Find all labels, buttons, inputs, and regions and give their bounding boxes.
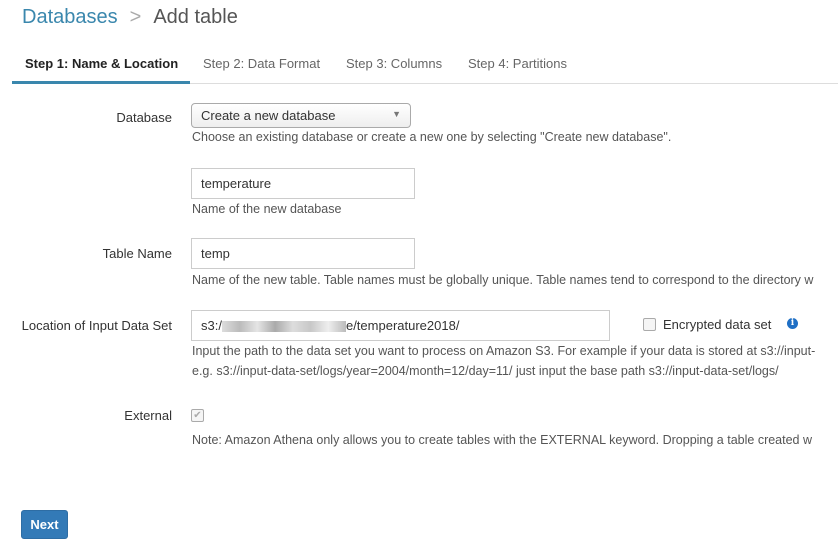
tab-step-2[interactable]: Step 2: Data Format xyxy=(203,56,320,71)
location-value-prefix: s3:/ xyxy=(201,318,222,333)
external-checkbox[interactable]: ✔ xyxy=(191,409,204,422)
tab-step-3[interactable]: Step 3: Columns xyxy=(346,56,442,71)
info-icon[interactable]: i xyxy=(787,318,798,329)
encrypted-checkbox[interactable] xyxy=(643,318,656,331)
table-name-label: Table Name xyxy=(102,246,172,261)
database-label: Database xyxy=(116,110,172,125)
location-help-line2: e.g. s3://input-data-set/logs/year=2004/… xyxy=(192,364,779,378)
location-label: Location of Input Data Set xyxy=(21,318,172,333)
breadcrumb: Databases > Add table xyxy=(22,6,238,29)
database-select[interactable]: Create a new database ▼ xyxy=(191,103,411,128)
step-tabs: Step 1: Name & Location Step 2: Data For… xyxy=(12,46,838,84)
location-help-line1: Input the path to the data set you want … xyxy=(192,344,816,358)
external-label: External xyxy=(124,408,172,423)
new-database-input[interactable]: temperature xyxy=(191,168,415,199)
location-input[interactable]: s3:/ e/temperature2018/ xyxy=(191,310,610,341)
encrypted-label: Encrypted data set xyxy=(663,317,772,332)
active-tab-indicator xyxy=(12,81,190,84)
location-value-suffix: e/temperature2018/ xyxy=(345,318,460,333)
database-help: Choose an existing database or create a … xyxy=(192,130,672,144)
breadcrumb-separator: > xyxy=(129,6,142,28)
page-title: Add table xyxy=(153,6,238,28)
chevron-down-icon: ▼ xyxy=(392,109,401,119)
next-button[interactable]: Next xyxy=(21,510,68,539)
breadcrumb-databases-link[interactable]: Databases xyxy=(22,6,118,28)
database-select-value: Create a new database xyxy=(201,108,336,123)
checkmark-icon: ✔ xyxy=(193,410,202,421)
tab-step-1[interactable]: Step 1: Name & Location xyxy=(25,56,178,71)
table-name-help: Name of the new table. Table names must … xyxy=(192,273,814,287)
tab-step-4[interactable]: Step 4: Partitions xyxy=(468,56,567,71)
redacted-region xyxy=(221,321,346,333)
new-database-help: Name of the new database xyxy=(192,202,342,216)
external-help: Note: Amazon Athena only allows you to c… xyxy=(192,433,813,447)
table-name-input[interactable]: temp xyxy=(191,238,415,269)
